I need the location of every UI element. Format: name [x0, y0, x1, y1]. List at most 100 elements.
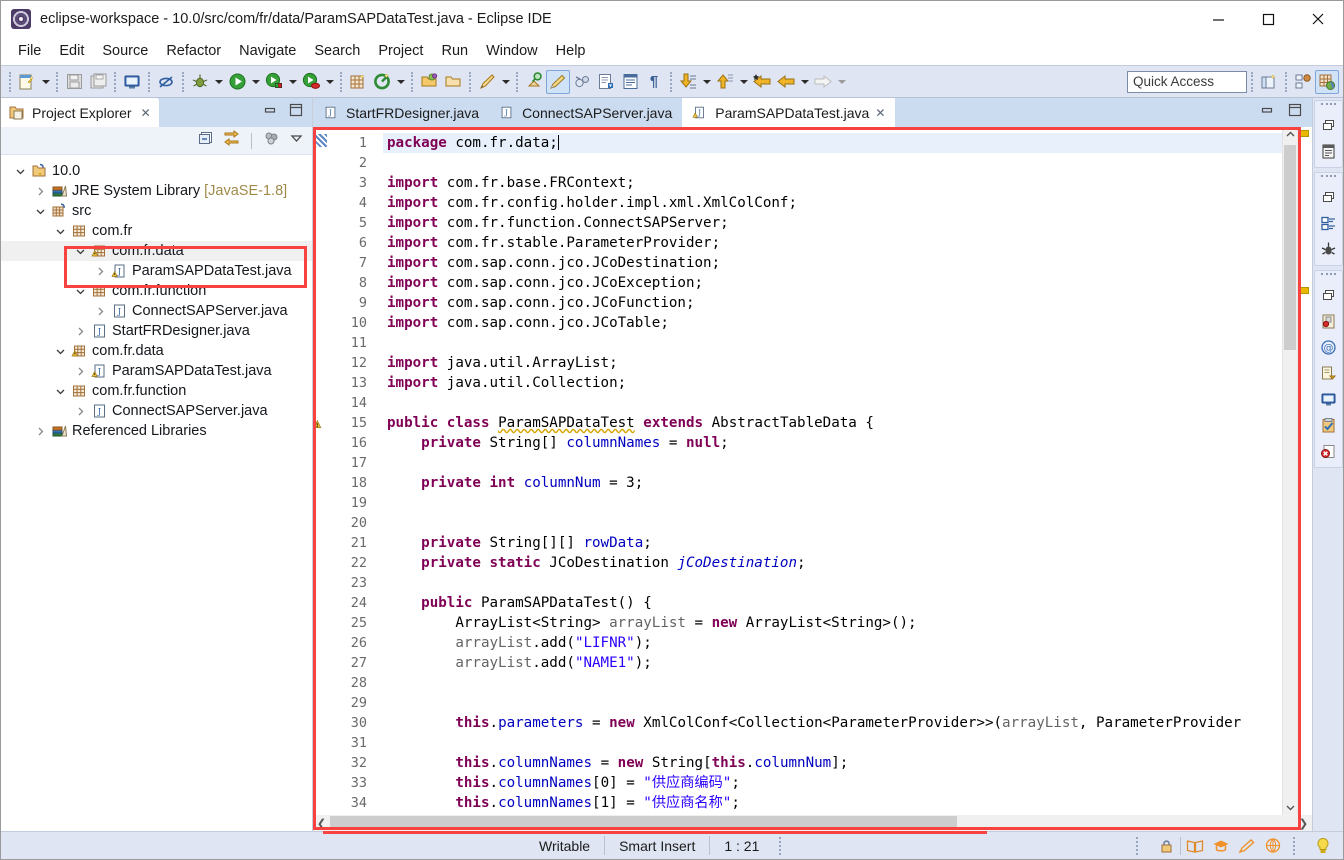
close-icon[interactable]: ✕ [141, 106, 151, 120]
package-explorer-icon[interactable] [1316, 211, 1340, 235]
tree-item-file-startfrdesigner[interactable]: J StartFRDesigner.java [1, 321, 312, 341]
next-member-dropdown-icon[interactable] [737, 70, 750, 94]
tab-connectsapserver[interactable]: J ConnectSAPServer.java [489, 98, 682, 127]
tree-item-package-com-fr[interactable]: com.fr [1, 221, 312, 241]
code-line[interactable] [383, 333, 1282, 353]
chevron-right-icon[interactable] [73, 363, 87, 379]
code-line[interactable] [383, 393, 1282, 413]
outline-icon[interactable] [1316, 139, 1340, 163]
code-line[interactable] [383, 453, 1282, 473]
code-text[interactable]: package com.fr.data; import com.fr.base.… [383, 127, 1282, 815]
menu-window[interactable]: Window [477, 41, 547, 61]
code-line[interactable] [383, 733, 1282, 753]
drag-handle[interactable] [1321, 175, 1336, 182]
tab-paramsapdatatest[interactable]: J ParamSAPDataTest.java ✕ [682, 98, 895, 127]
project-tree[interactable]: 10.0 JR [1, 155, 312, 831]
code-editor[interactable]: 1 2 3 4 5 6 7 8 9 10 11 12 13 14 15 16 1 [313, 127, 1312, 815]
last-edit-location-icon[interactable] [676, 70, 700, 94]
editor-overview-ruler[interactable] [1297, 127, 1312, 815]
menu-search[interactable]: Search [305, 41, 369, 61]
restore-icon[interactable] [1316, 113, 1340, 137]
console-view-icon[interactable] [1316, 387, 1340, 411]
scroll-up-icon[interactable] [1283, 127, 1297, 142]
code-line[interactable]: import com.fr.config.holder.impl.xml.Xml… [383, 193, 1282, 213]
menu-help[interactable]: Help [547, 41, 595, 61]
code-line[interactable]: private static JCoDestination jCoDestina… [383, 553, 1282, 573]
annotate-dropdown-icon[interactable] [499, 70, 512, 94]
scrollbar-track[interactable] [330, 815, 1295, 831]
toggle-mark-occurrences-icon[interactable] [546, 70, 570, 94]
editor-horizontal-scrollbar[interactable]: ❮ ❯ [313, 815, 1312, 831]
menu-file[interactable]: File [9, 41, 50, 61]
tree-item-package-com-fr-function-2[interactable]: com.fr.function [1, 381, 312, 401]
tasks-icon[interactable] [1316, 413, 1340, 437]
new-java-package-icon[interactable] [346, 70, 370, 94]
chevron-down-icon[interactable] [53, 223, 67, 239]
pencil-icon[interactable] [1235, 835, 1259, 857]
at-icon[interactable]: @ [1316, 335, 1340, 359]
tree-item-file-paramsapdatatest-selected[interactable]: J ParamSAPDataTest.java [1, 261, 312, 281]
menu-edit[interactable]: Edit [50, 41, 93, 61]
last-edit-dropdown-icon[interactable] [700, 70, 713, 94]
code-line[interactable]: this.columnNames[1] = "供应商名称"; [383, 793, 1282, 813]
save-all-icon[interactable] [86, 70, 110, 94]
minimize-view-icon[interactable] [1260, 104, 1274, 122]
debug-bug-icon[interactable] [1316, 237, 1340, 261]
show-whitespace-icon[interactable]: ¶ [642, 70, 666, 94]
code-line[interactable] [383, 673, 1282, 693]
menu-navigate[interactable]: Navigate [230, 41, 305, 61]
tip-icon[interactable] [1311, 835, 1335, 857]
snippets-icon[interactable] [1316, 361, 1340, 385]
new-wizard-icon[interactable] [15, 70, 39, 94]
code-line[interactable] [383, 153, 1282, 173]
annotate-icon[interactable] [475, 70, 499, 94]
scroll-left-icon[interactable]: ❮ [313, 817, 330, 830]
back-dropdown-icon[interactable] [798, 70, 811, 94]
tree-item-project[interactable]: 10.0 [1, 161, 312, 181]
quick-access-input[interactable]: Quick Access [1127, 71, 1247, 93]
code-line[interactable]: import com.sap.conn.jco.JCoFunction; [383, 293, 1282, 313]
chevron-down-icon[interactable] [73, 243, 87, 259]
code-line[interactable]: this.columnNames[0] = "供应商编码"; [383, 773, 1282, 793]
code-line[interactable]: import java.util.ArrayList; [383, 353, 1282, 373]
code-line[interactable]: package com.fr.data; [383, 133, 1282, 153]
chevron-right-icon[interactable] [93, 303, 107, 319]
restore-icon[interactable] [1316, 283, 1340, 307]
maximize-icon[interactable] [1243, 1, 1293, 37]
back-icon[interactable] [774, 70, 798, 94]
code-line[interactable] [383, 493, 1282, 513]
debug-icon[interactable] [188, 70, 212, 94]
view-dropdown-icon[interactable] [289, 131, 304, 150]
restore-icon[interactable] [1316, 185, 1340, 209]
code-line[interactable] [383, 573, 1282, 593]
tree-item-jre-system-library[interactable]: JRE System Library [JavaSE-1.8] [1, 181, 312, 201]
chevron-down-icon[interactable] [53, 343, 67, 359]
perspective-new-icon[interactable] [1257, 70, 1281, 94]
overview-warning-marker[interactable] [1300, 130, 1309, 137]
overview-warning-marker[interactable] [1300, 287, 1309, 294]
chevron-down-icon[interactable] [73, 283, 87, 299]
code-line[interactable]: public ParamSAPDataTest() { [383, 593, 1282, 613]
scroll-down-icon[interactable] [1283, 800, 1297, 815]
link-icon[interactable] [570, 70, 594, 94]
lock-icon[interactable] [1154, 835, 1178, 857]
external-tools-icon[interactable] [370, 70, 394, 94]
drag-handle[interactable] [1321, 103, 1336, 110]
code-line[interactable]: import com.fr.base.FRContext; [383, 173, 1282, 193]
tree-item-file-connectsapserver[interactable]: J ConnectSAPServer.java [1, 301, 312, 321]
previous-annotation-icon[interactable] [618, 70, 642, 94]
run-as-dropdown-icon[interactable] [286, 70, 299, 94]
run-dropdown-icon[interactable] [249, 70, 262, 94]
code-line[interactable]: import com.sap.conn.jco.JCoException; [383, 273, 1282, 293]
debug-dropdown-icon[interactable] [212, 70, 225, 94]
folding-column[interactable] [369, 127, 383, 815]
tab-project-explorer[interactable]: Project Explorer ✕ [1, 98, 159, 127]
status-drag-handle[interactable] [779, 837, 789, 855]
console-icon[interactable] [120, 70, 144, 94]
tab-startfrdesigner[interactable]: J StartFRDesigner.java [313, 98, 489, 127]
code-line[interactable]: import com.fr.function.ConnectSAPServer; [383, 213, 1282, 233]
coverage-icon[interactable] [299, 70, 323, 94]
collapse-all-icon[interactable] [198, 130, 214, 151]
tree-item-file-connectsapserver-2[interactable]: J ConnectSAPServer.java [1, 401, 312, 421]
graduation-cap-icon[interactable] [1209, 835, 1233, 857]
